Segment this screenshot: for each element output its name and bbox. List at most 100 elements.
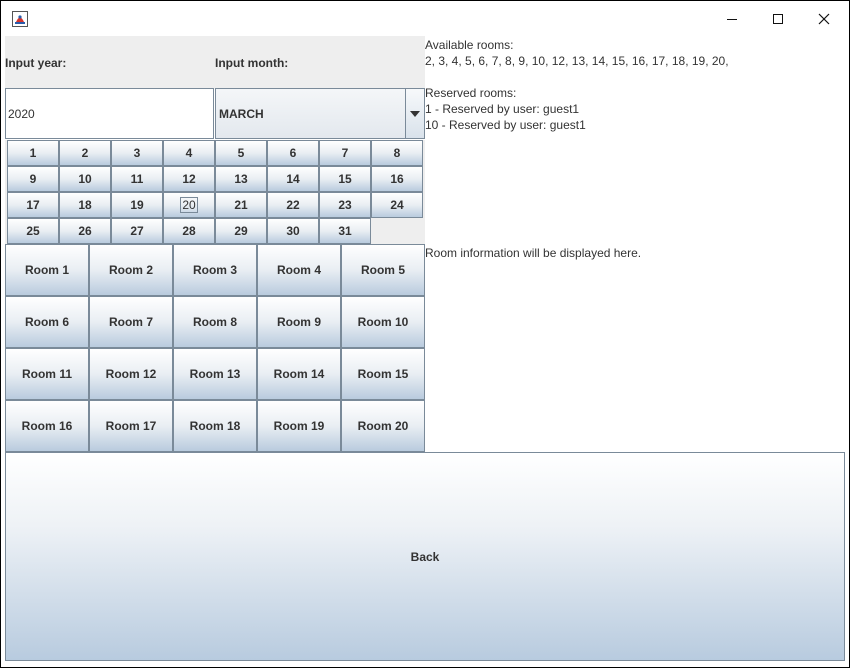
- day-button[interactable]: 10: [59, 166, 111, 192]
- day-button[interactable]: 1: [7, 140, 59, 166]
- day-button[interactable]: 7: [319, 140, 371, 166]
- day-button[interactable]: 6: [267, 140, 319, 166]
- close-button[interactable]: [801, 1, 847, 37]
- day-label: 26: [78, 224, 92, 238]
- day-label: 31: [338, 224, 352, 238]
- room-button[interactable]: Room 3: [173, 244, 257, 296]
- day-label: 13: [234, 172, 248, 186]
- day-button[interactable]: 14: [267, 166, 319, 192]
- year-input[interactable]: 2020: [5, 88, 214, 139]
- day-label: 2: [81, 146, 89, 160]
- room-button[interactable]: Room 16: [5, 400, 89, 452]
- day-label: 28: [182, 224, 196, 238]
- day-label: 29: [234, 224, 248, 238]
- maximize-button[interactable]: [755, 1, 801, 37]
- day-button[interactable]: 26: [59, 218, 111, 244]
- day-label: 23: [338, 198, 352, 212]
- reserved-room-item: 10 - Reserved by user: guest1: [425, 118, 586, 132]
- month-select-value: MARCH: [219, 106, 264, 121]
- day-label: 18: [78, 198, 92, 212]
- day-button[interactable]: 3: [111, 140, 163, 166]
- day-label: 4: [185, 146, 193, 160]
- day-label: 24: [390, 198, 404, 212]
- room-button[interactable]: Room 4: [257, 244, 341, 296]
- room-button[interactable]: Room 18: [173, 400, 257, 452]
- day-label: 9: [29, 172, 37, 186]
- room-button[interactable]: Room 19: [257, 400, 341, 452]
- day-label: 15: [338, 172, 352, 186]
- day-button[interactable]: 30: [267, 218, 319, 244]
- room-button[interactable]: Room 10: [341, 296, 425, 348]
- day-button[interactable]: 31: [319, 218, 371, 244]
- room-button[interactable]: Room 14: [257, 348, 341, 400]
- day-label: 12: [182, 172, 196, 186]
- day-button[interactable]: 23: [319, 192, 371, 218]
- day-label: 17: [26, 198, 40, 212]
- chevron-down-icon: [410, 110, 420, 117]
- day-button[interactable]: 29: [215, 218, 267, 244]
- day-button[interactable]: 17: [7, 192, 59, 218]
- day-button[interactable]: 25: [7, 218, 59, 244]
- day-button[interactable]: 27: [111, 218, 163, 244]
- room-button[interactable]: Room 8: [173, 296, 257, 348]
- minimize-button[interactable]: [709, 1, 755, 37]
- day-button[interactable]: 12: [163, 166, 215, 192]
- day-button[interactable]: 11: [111, 166, 163, 192]
- room-button[interactable]: Room 5: [341, 244, 425, 296]
- day-button[interactable]: 15: [319, 166, 371, 192]
- month-label: Input month:: [215, 56, 289, 70]
- day-button[interactable]: 8: [371, 140, 423, 166]
- close-icon: [818, 13, 830, 25]
- day-button[interactable]: 28: [163, 218, 215, 244]
- room-button[interactable]: Room 13: [173, 348, 257, 400]
- day-label: 30: [286, 224, 300, 238]
- month-select[interactable]: MARCH: [215, 88, 425, 139]
- day-button[interactable]: 18: [59, 192, 111, 218]
- day-button[interactable]: 20: [163, 192, 215, 218]
- room-button[interactable]: Room 1: [5, 244, 89, 296]
- available-rooms-list: 2, 3, 4, 5, 6, 7, 8, 9, 10, 12, 13, 14, …: [425, 54, 729, 68]
- day-label: 25: [26, 224, 40, 238]
- day-label: 19: [130, 198, 144, 212]
- day-button[interactable]: 9: [7, 166, 59, 192]
- day-label: 3: [133, 146, 141, 160]
- day-button[interactable]: 5: [215, 140, 267, 166]
- availability-info: Available rooms: 2, 3, 4, 5, 6, 7, 8, 9,…: [425, 37, 845, 133]
- day-button[interactable]: 24: [371, 192, 423, 218]
- day-button[interactable]: 22: [267, 192, 319, 218]
- minimize-icon: [727, 19, 737, 20]
- room-button[interactable]: Room 17: [89, 400, 173, 452]
- day-label: 5: [237, 146, 245, 160]
- reserved-rooms-title: Reserved rooms:: [425, 86, 517, 100]
- day-button[interactable]: 19: [111, 192, 163, 218]
- day-button[interactable]: 16: [371, 166, 423, 192]
- room-button[interactable]: Room 15: [341, 348, 425, 400]
- room-button[interactable]: Room 7: [89, 296, 173, 348]
- day-label: 7: [341, 146, 349, 160]
- day-button[interactable]: 2: [59, 140, 111, 166]
- day-label: 6: [289, 146, 297, 160]
- day-button[interactable]: 21: [215, 192, 267, 218]
- room-button[interactable]: Room 2: [89, 244, 173, 296]
- day-label: 22: [286, 198, 300, 212]
- java-app-icon: [12, 11, 28, 27]
- back-button[interactable]: Back: [5, 452, 845, 661]
- app-window: Input year: Input month: 2020 MARCH 1234…: [1, 1, 849, 667]
- day-button[interactable]: 4: [163, 140, 215, 166]
- title-bar: [1, 1, 849, 37]
- year-label: Input year:: [5, 56, 67, 70]
- day-label: 14: [286, 172, 300, 186]
- room-button[interactable]: Room 12: [89, 348, 173, 400]
- day-label: 1: [29, 146, 37, 160]
- day-label: 10: [78, 172, 92, 186]
- day-label: 16: [390, 172, 404, 186]
- room-button[interactable]: Room 6: [5, 296, 89, 348]
- day-button[interactable]: 13: [215, 166, 267, 192]
- reserved-room-item: 1 - Reserved by user: guest1: [425, 102, 580, 116]
- room-button[interactable]: Room 9: [257, 296, 341, 348]
- day-label: 21: [234, 198, 248, 212]
- room-button[interactable]: Room 20: [341, 400, 425, 452]
- month-dropdown-button[interactable]: [405, 89, 424, 138]
- room-button[interactable]: Room 11: [5, 348, 89, 400]
- day-label: 27: [130, 224, 144, 238]
